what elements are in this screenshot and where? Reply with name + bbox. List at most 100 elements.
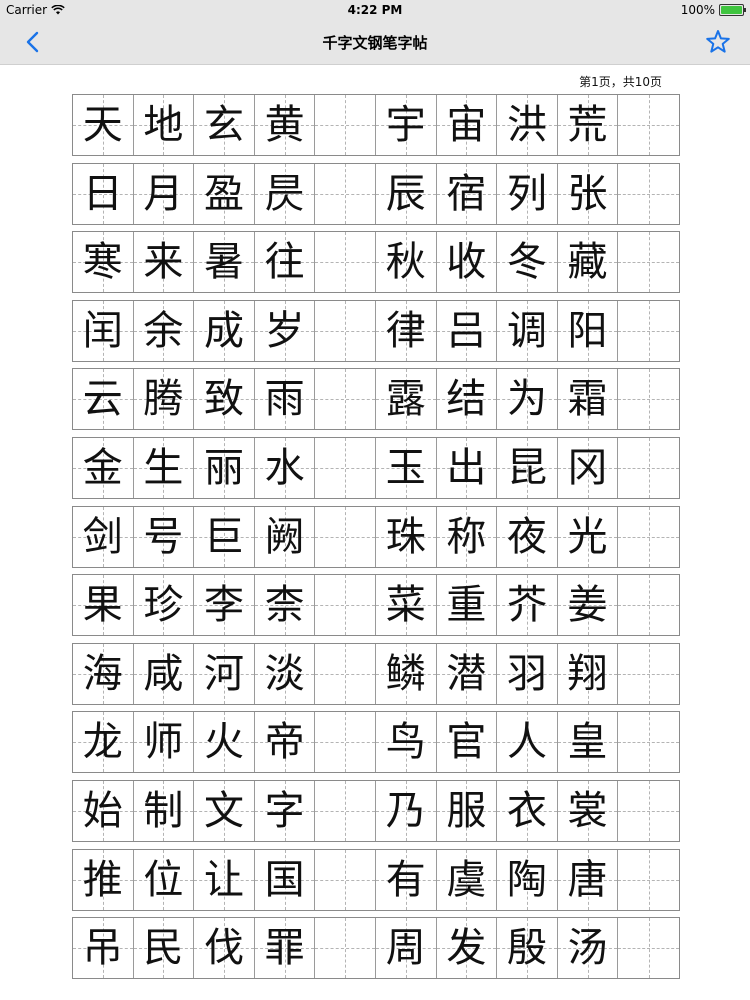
character: 阙 — [264, 513, 305, 560]
battery-fill — [721, 6, 742, 14]
character: 姜 — [567, 582, 608, 629]
character-cell: 往 — [254, 232, 316, 293]
character: 鸟 — [385, 719, 426, 766]
character-cell: 阳 — [557, 300, 619, 361]
character-cell: 海 — [73, 643, 134, 704]
character-cell: 羽 — [497, 643, 558, 704]
character: 雨 — [264, 376, 305, 423]
grid-row: 日月盈昃 辰宿列张 — [72, 162, 680, 225]
character: 始 — [82, 787, 123, 834]
character: 冬 — [506, 239, 547, 286]
character-cell: 盈 — [194, 163, 255, 224]
character: 衣 — [506, 787, 547, 834]
empty-cell — [315, 780, 376, 841]
clock: 4:22 PM — [347, 3, 403, 17]
empty-cell — [618, 369, 679, 430]
character-cell: 潜 — [436, 643, 498, 704]
character-cell: 寒 — [73, 232, 134, 293]
character-cell: 藏 — [557, 232, 619, 293]
character: 推 — [82, 856, 123, 903]
character-cell: 帝 — [254, 712, 316, 773]
character-cell: 发 — [436, 918, 498, 979]
character-cell: 咸 — [133, 643, 195, 704]
character: 光 — [567, 513, 608, 560]
grid-row: 海咸河淡 鳞潜羽翔 — [72, 642, 680, 705]
character-cell: 致 — [194, 369, 255, 430]
character: 柰 — [264, 582, 305, 629]
empty-cell — [315, 506, 376, 567]
character: 出 — [446, 444, 487, 491]
character: 昆 — [506, 444, 547, 491]
character: 调 — [506, 307, 547, 354]
character-cell: 为 — [497, 369, 558, 430]
character-cell: 文 — [194, 780, 255, 841]
character: 剑 — [82, 513, 123, 560]
character: 虞 — [446, 856, 487, 903]
character-cell: 玄 — [194, 95, 255, 155]
character: 鳞 — [385, 650, 426, 697]
empty-cell — [315, 918, 376, 979]
character-cell: 冈 — [557, 437, 619, 498]
character: 珠 — [385, 513, 426, 560]
character: 果 — [82, 582, 123, 629]
character-cell: 官 — [436, 712, 498, 773]
character: 暑 — [203, 239, 244, 286]
character: 地 — [143, 102, 184, 148]
character: 伐 — [203, 925, 244, 972]
character: 潜 — [446, 650, 487, 697]
character: 民 — [143, 925, 184, 972]
character-cell: 珠 — [375, 506, 437, 567]
grid-row: 始制文字 乃服衣裳 — [72, 779, 680, 842]
page-title: 千字文钢笔字帖 — [322, 34, 428, 52]
character: 发 — [446, 925, 487, 972]
character: 闰 — [82, 307, 123, 354]
character-cell: 岁 — [254, 300, 316, 361]
character-cell: 金 — [73, 437, 134, 498]
character: 帝 — [264, 719, 305, 766]
favorite-button[interactable] — [704, 28, 732, 56]
character-cell: 露 — [375, 369, 437, 430]
character-cell: 昆 — [497, 437, 558, 498]
character-cell: 暑 — [194, 232, 255, 293]
character: 汤 — [567, 925, 608, 972]
battery-percent: 100% — [680, 3, 715, 17]
character-cell: 皇 — [557, 712, 619, 773]
character: 月 — [143, 170, 184, 217]
character-cell: 收 — [436, 232, 498, 293]
character-cell: 剑 — [73, 506, 134, 567]
character-cell: 服 — [436, 780, 498, 841]
character-cell: 人 — [497, 712, 558, 773]
character: 往 — [264, 239, 305, 286]
character: 盈 — [203, 170, 244, 217]
character-cell: 生 — [133, 437, 195, 498]
character-cell: 淡 — [254, 643, 316, 704]
character: 冈 — [567, 444, 608, 491]
character: 玉 — [385, 444, 426, 491]
empty-cell — [618, 575, 679, 636]
empty-cell — [618, 712, 679, 773]
character-cell: 陶 — [497, 849, 558, 910]
character: 龙 — [82, 719, 123, 766]
character-cell: 秋 — [375, 232, 437, 293]
character-cell: 吊 — [73, 918, 134, 979]
character: 天 — [82, 102, 123, 148]
character-cell: 周 — [375, 918, 437, 979]
character: 菜 — [385, 582, 426, 629]
character-cell: 黄 — [254, 95, 316, 155]
grid-row: 龙师火帝 鸟官人皇 — [72, 711, 680, 774]
battery-icon — [719, 4, 746, 16]
empty-cell — [315, 232, 376, 293]
character: 师 — [143, 719, 184, 766]
character: 露 — [385, 376, 426, 423]
character-cell: 水 — [254, 437, 316, 498]
empty-cell — [618, 232, 679, 293]
character: 巨 — [203, 513, 244, 560]
character-cell: 殷 — [497, 918, 558, 979]
character: 阳 — [567, 307, 608, 354]
character-cell: 成 — [194, 300, 255, 361]
grid-row: 果珍李柰 菜重芥姜 — [72, 574, 680, 637]
character: 宇 — [385, 102, 426, 148]
grid-row: 推位让国 有虞陶唐 — [72, 848, 680, 911]
character: 国 — [264, 856, 305, 903]
character: 海 — [82, 650, 123, 697]
